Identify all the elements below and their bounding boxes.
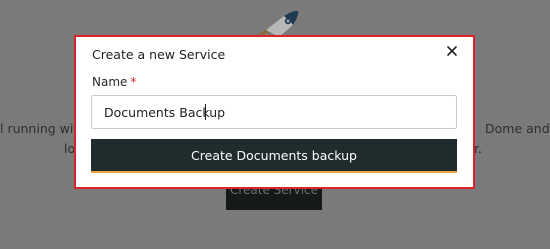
name-field-label: Name * bbox=[92, 75, 136, 89]
background-text: Dome and ena bbox=[485, 121, 550, 136]
modal-title: Create a new Service bbox=[92, 47, 226, 62]
required-marker: * bbox=[130, 75, 137, 89]
name-label-text: Name bbox=[92, 75, 128, 89]
create-documents-backup-button[interactable]: Create Documents backup bbox=[91, 139, 457, 173]
background-text: r. bbox=[474, 141, 482, 156]
text-caret bbox=[205, 104, 206, 120]
close-icon[interactable] bbox=[445, 44, 459, 58]
page-backdrop: l running with Dome and ena lo r. Create… bbox=[0, 0, 550, 249]
create-service-modal: Create a new Service Name* Create Docume… bbox=[74, 35, 475, 189]
service-name-input[interactable] bbox=[91, 95, 457, 129]
